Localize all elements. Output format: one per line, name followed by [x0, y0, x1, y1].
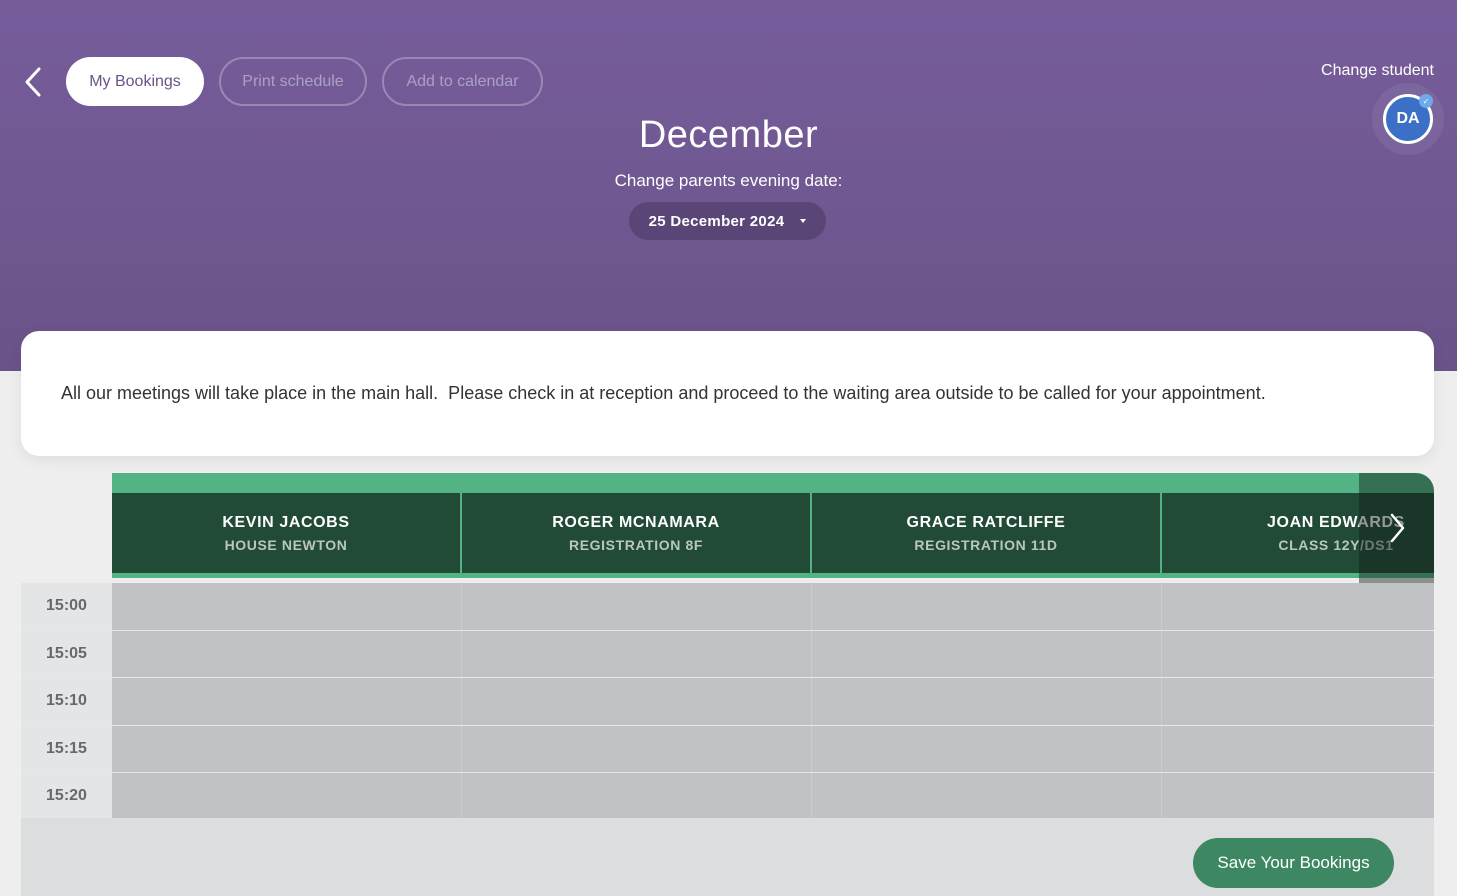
teacher-column-header[interactable]: KEVIN JACOBS HOUSE NEWTON — [112, 493, 462, 573]
slot-cell[interactable] — [1162, 583, 1434, 630]
slot-cell[interactable] — [812, 630, 1162, 677]
slot-cell[interactable] — [462, 630, 812, 677]
time-slot-row: 15:00 — [21, 583, 1434, 631]
time-label: 15:15 — [21, 725, 112, 772]
chevron-right-icon — [1390, 513, 1404, 543]
my-bookings-tab[interactable]: My Bookings — [66, 57, 204, 106]
slot-cell[interactable] — [812, 773, 1162, 820]
time-slot-row: 15:20 — [21, 773, 1434, 821]
teacher-name: KEVIN JACOBS — [222, 513, 350, 531]
teacher-name: GRACE RATCLIFFE — [906, 513, 1066, 531]
date-prompt-label: Change parents evening date: — [614, 171, 843, 190]
change-student-link[interactable]: Change student — [1321, 62, 1434, 80]
grid-footer: Save Your Bookings — [21, 818, 1434, 896]
scroll-next-button[interactable] — [1359, 473, 1434, 583]
notice-text: All our meetings will take place in the … — [61, 383, 1266, 403]
slot-cell[interactable] — [112, 773, 462, 820]
caret-down-icon — [800, 219, 807, 223]
student-initials: DA — [1396, 110, 1420, 127]
slot-cell[interactable] — [812, 725, 1162, 772]
time-label: 15:00 — [21, 583, 112, 630]
teacher-column-header[interactable]: ROGER MCNAMARA REGISTRATION 8F — [462, 493, 812, 573]
date-select-dropdown[interactable]: 25 December 2024 — [629, 202, 826, 240]
page-title: December — [638, 114, 819, 156]
slot-cell[interactable] — [112, 678, 462, 725]
time-label: 15:20 — [21, 773, 112, 820]
slot-cell[interactable] — [462, 725, 812, 772]
time-slot-row: 15:15 — [21, 725, 1434, 773]
slot-cell[interactable] — [112, 630, 462, 677]
teacher-column-header[interactable]: GRACE RATCLIFFE REGISTRATION 11D — [812, 493, 1162, 573]
teacher-name: ROGER MCNAMARA — [552, 513, 720, 531]
chevron-left-icon — [25, 67, 41, 97]
notice-card: All our meetings will take place in the … — [21, 331, 1434, 456]
time-slot-row: 15:05 — [21, 630, 1434, 678]
time-label: 15:10 — [21, 678, 112, 725]
slot-cell[interactable] — [462, 678, 812, 725]
time-label: 15:05 — [21, 630, 112, 677]
check-icon: ✓ — [1419, 94, 1433, 108]
save-bookings-button[interactable]: Save Your Bookings — [1193, 838, 1394, 888]
slot-cell[interactable] — [462, 583, 812, 630]
time-slot-row: 15:10 — [21, 678, 1434, 726]
slot-cell[interactable] — [112, 583, 462, 630]
teacher-header-row: KEVIN JACOBS HOUSE NEWTON ROGER MCNAMARA… — [112, 493, 1434, 578]
teacher-group: REGISTRATION 8F — [569, 536, 703, 553]
add-to-calendar-button[interactable]: Add to calendar — [382, 57, 543, 106]
back-button[interactable] — [18, 64, 48, 100]
slot-cell[interactable] — [1162, 630, 1434, 677]
grid-header-strip — [112, 473, 1434, 493]
print-schedule-button[interactable]: Print schedule — [219, 57, 367, 106]
time-slot-rows: 15:00 15:05 15:10 15:15 15:20 — [21, 583, 1434, 821]
slot-cell[interactable] — [1162, 678, 1434, 725]
student-avatar-wrapper: DA ✓ — [1372, 83, 1444, 155]
slot-cell[interactable] — [112, 725, 462, 772]
teacher-group: HOUSE NEWTON — [224, 536, 348, 553]
page-header: My Bookings Print schedule Add to calend… — [0, 0, 1457, 371]
selected-date: 25 December 2024 — [648, 212, 785, 230]
teacher-group: REGISTRATION 11D — [914, 536, 1058, 553]
slot-cell[interactable] — [462, 773, 812, 820]
slot-cell[interactable] — [1162, 725, 1434, 772]
slot-cell[interactable] — [812, 583, 1162, 630]
slot-cell[interactable] — [1162, 773, 1434, 820]
slot-cell[interactable] — [812, 678, 1162, 725]
